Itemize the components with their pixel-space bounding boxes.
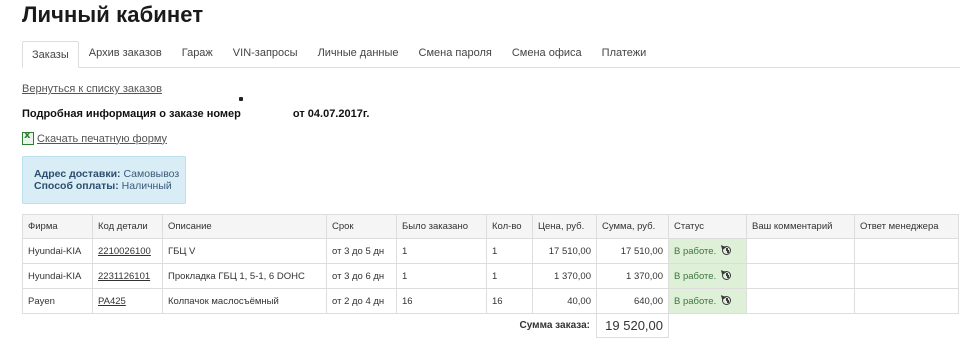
column-header: Описание — [162, 214, 327, 239]
delivery-address-label: Адрес доставки: — [34, 168, 121, 180]
price-cell: 17 510,00 — [532, 238, 597, 264]
download-print-form-link[interactable]: Скачать печатную форму — [37, 133, 167, 145]
delivery-address-value: Самовывоз — [123, 168, 180, 180]
part-code-link[interactable]: 2210026100 — [92, 238, 163, 264]
qty-cell: 1 — [486, 238, 533, 264]
manager-reply-cell — [854, 238, 959, 264]
ordered-cell: 16 — [396, 288, 487, 314]
tab-change-password[interactable]: Смена пароля — [409, 40, 502, 67]
brand-cell: Payen — [22, 288, 93, 314]
tab-change-office[interactable]: Смена офиса — [502, 40, 592, 67]
qty-cell: 1 — [486, 263, 533, 289]
print-form-row[interactable]: Скачать печатную форму — [22, 130, 167, 145]
comment-cell — [746, 238, 855, 264]
back-to-orders-link[interactable]: Вернуться к списку заказов — [22, 83, 162, 95]
brand-cell: Hyundai-KIA — [22, 238, 93, 264]
redaction-mark — [239, 97, 243, 101]
tab-payments[interactable]: Платежи — [592, 40, 657, 67]
column-header: Срок — [326, 214, 397, 239]
description-cell: Колпачок маслосъёмный — [162, 288, 327, 314]
part-code-link[interactable]: PA425 — [92, 288, 163, 314]
column-header: Код детали — [92, 214, 163, 239]
table-row: Hyundai-KIA 2210026100 ГБЦ V от 3 до 5 д… — [22, 238, 959, 264]
column-header: Статус — [668, 214, 747, 239]
price-cell: 40,00 — [532, 288, 597, 314]
manager-reply-cell — [854, 263, 959, 289]
order-heading-prefix: Подробная информация о заказе номер — [22, 108, 241, 120]
manager-reply-cell — [854, 288, 959, 314]
column-header: Было заказано — [396, 214, 487, 239]
table-row: Payen PA425 Колпачок маслосъёмный от 2 д… — [22, 288, 959, 314]
history-icon[interactable] — [722, 270, 732, 280]
sum-cell: 640,00 — [596, 288, 669, 314]
order-total-value: 19 520,00 — [596, 313, 669, 338]
qty-cell: 16 — [486, 288, 533, 314]
delivery-info-box: Адрес доставки: Самовывоз Способ оплаты:… — [22, 156, 186, 204]
excel-icon[interactable] — [22, 130, 34, 145]
tab-vin-requests[interactable]: VIN-запросы — [223, 40, 308, 67]
description-cell: ГБЦ V — [162, 238, 327, 264]
sum-cell: 1 370,00 — [596, 263, 669, 289]
description-cell: Прокладка ГБЦ 1, 5-1, 6 DOHC — [162, 263, 327, 289]
column-header: Ответ менеджера — [854, 214, 959, 239]
delivery-address-line: Адрес доставки: Самовывоз — [34, 168, 185, 180]
tabs-bar: Заказы Архив заказов Гараж VIN-запросы Л… — [22, 40, 960, 68]
payment-method-value: Наличный — [121, 180, 172, 192]
tab-garage[interactable]: Гараж — [172, 40, 223, 67]
table-row: Hyundai-KIA 2231126101 Прокладка ГБЦ 1, … — [22, 263, 959, 289]
price-cell: 1 370,00 — [532, 263, 597, 289]
term-cell: от 3 до 6 дн — [326, 263, 397, 289]
status-text: В работе. — [674, 245, 717, 257]
column-header: Ваш комментарий — [746, 214, 855, 239]
total-row: Сумма заказа: 19 520,00 — [23, 313, 959, 338]
order-items-table: Фирма Код детали Описание Срок Было зака… — [22, 214, 959, 338]
part-code-link[interactable]: 2231126101 — [92, 263, 163, 289]
comment-cell — [746, 288, 855, 314]
term-cell: от 3 до 5 дн — [326, 238, 397, 264]
status-text: В работе. — [674, 295, 717, 307]
history-icon[interactable] — [722, 295, 732, 305]
order-heading-date: от 04.07.2017г. — [292, 108, 370, 120]
payment-method-line: Способ оплаты: Наличный — [34, 180, 185, 192]
ordered-cell: 1 — [396, 238, 487, 264]
term-cell: от 2 до 4 дн — [326, 288, 397, 314]
sum-cell: 17 510,00 — [596, 238, 669, 264]
payment-method-label: Способ оплаты: — [34, 180, 119, 192]
ordered-cell: 1 — [396, 263, 487, 289]
status-cell: В работе. — [668, 238, 747, 264]
status-cell: В работе. — [668, 288, 747, 314]
comment-cell — [746, 263, 855, 289]
total-row-spacer — [669, 314, 959, 338]
column-header: Сумма, руб. — [596, 214, 669, 239]
column-header: Кол-во — [486, 214, 533, 239]
status-text: В работе. — [674, 270, 717, 282]
tab-personal-data[interactable]: Личные данные — [308, 40, 409, 67]
brand-cell: Hyundai-KIA — [22, 263, 93, 289]
status-cell: В работе. — [668, 263, 747, 289]
order-heading: Подробная информация о заказе номер от 04… — [22, 108, 369, 120]
order-total-label: Сумма заказа: — [519, 320, 590, 332]
page-title: Личный кабинет — [22, 2, 204, 27]
tab-orders[interactable]: Заказы — [22, 41, 79, 68]
column-header: Фирма — [22, 214, 93, 239]
table-header-row: Фирма Код детали Описание Срок Было зака… — [22, 214, 959, 239]
tab-orders-archive[interactable]: Архив заказов — [79, 40, 172, 67]
column-header: Цена, руб. — [532, 214, 597, 239]
history-icon[interactable] — [722, 245, 732, 255]
